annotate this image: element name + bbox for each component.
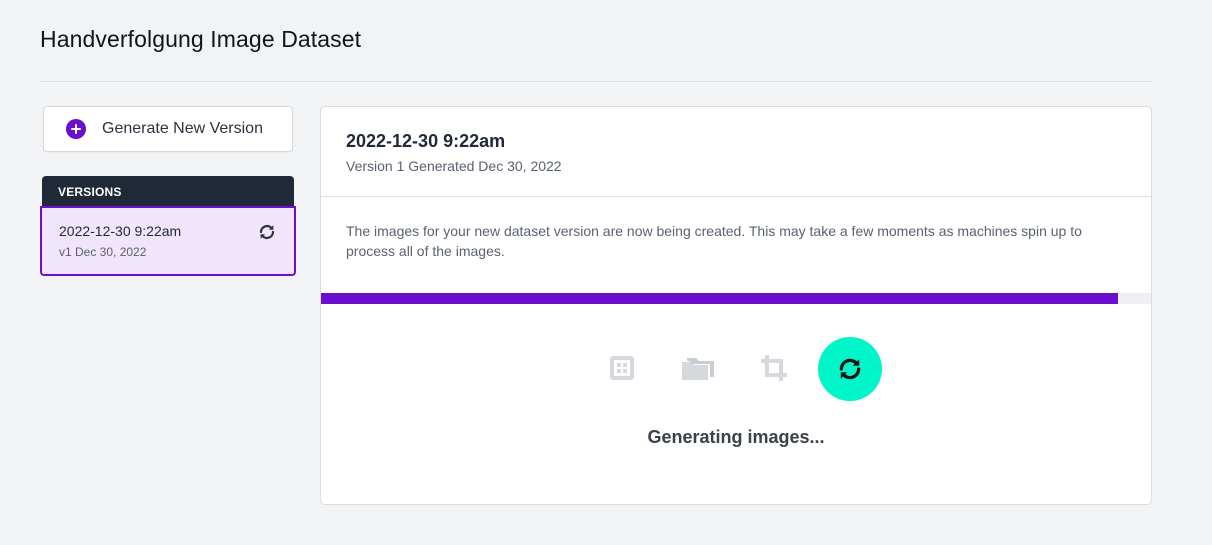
generation-description: The images for your new dataset version … [346, 223, 1082, 259]
generate-new-version-button[interactable]: Generate New Version [43, 106, 293, 152]
generate-new-version-label: Generate New Version [102, 120, 263, 137]
folder-icon [682, 358, 714, 380]
version-item[interactable]: 2022-12-30 9:22am v1 Dec 30, 2022 [40, 206, 296, 276]
sync-icon [259, 224, 275, 240]
generation-status-text: Generating images... [647, 427, 825, 447]
title-divider [40, 81, 1152, 82]
version-detail-card: 2022-12-30 9:22am Version 1 Generated De… [320, 106, 1152, 505]
progress-bar [321, 293, 1151, 304]
version-item-subtitle: v1 Dec 30, 2022 [59, 245, 147, 259]
crop-icon [761, 355, 787, 381]
active-step-indicator [818, 337, 882, 401]
page-title: Handverfolgung Image Dataset [40, 26, 362, 52]
preprocessing-icon [610, 356, 634, 380]
version-subtitle: Version 1 Generated Dec 30, 2022 [346, 158, 562, 174]
plus-circle-icon [66, 119, 86, 139]
versions-header: VERSIONS [42, 176, 294, 208]
sync-icon [839, 358, 861, 380]
progress-bar-fill [321, 293, 1118, 304]
card-divider [321, 196, 1151, 197]
generation-steps [321, 337, 1151, 401]
version-title: 2022-12-30 9:22am [346, 131, 506, 151]
